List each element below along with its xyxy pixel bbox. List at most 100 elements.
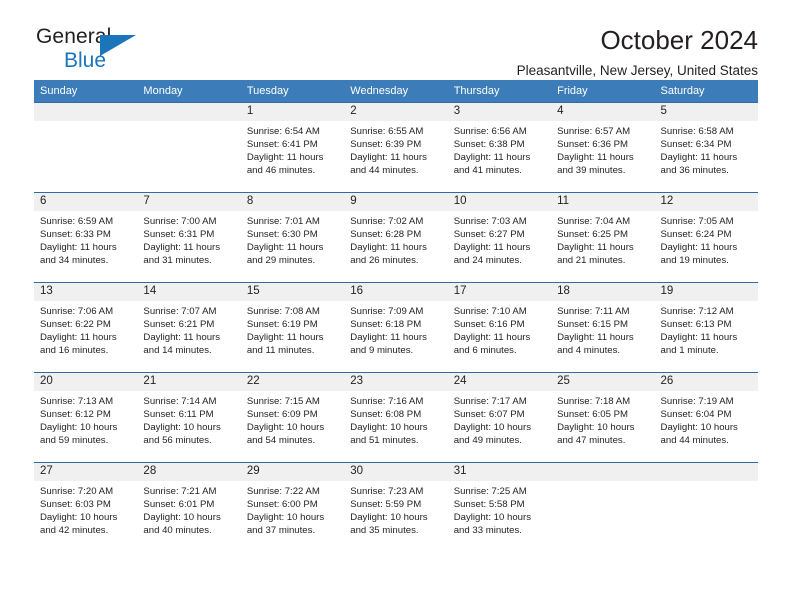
sunrise-time: Sunrise: 7:18 AM bbox=[557, 396, 631, 407]
day-number: 13 bbox=[34, 283, 138, 301]
sunrise-time: Sunrise: 7:01 AM bbox=[246, 216, 320, 227]
calendar-day-cell-empty bbox=[551, 462, 655, 552]
daylight-duration: Daylight: 10 hours and 59 minutes. bbox=[40, 422, 118, 447]
daylight-duration: Daylight: 11 hours and 41 minutes. bbox=[453, 152, 531, 177]
calendar-day-cell-26[interactable]: 26 Sunrise: 7:19 AM Sunset: 6:04 PM Dayligh… bbox=[654, 372, 758, 463]
sunset-time: Sunset: 6:13 PM bbox=[660, 319, 732, 331]
calendar-day-cell-15[interactable]: 15 Sunrise: 7:08 AM Sunset: 6:19 PM Dayligh… bbox=[240, 282, 345, 373]
day-number: 15 bbox=[240, 283, 345, 301]
calendar-day-cell-21[interactable]: 21 Sunrise: 7:14 AM Sunset: 6:11 PM Dayligh… bbox=[137, 372, 241, 463]
calendar-day-cell-5[interactable]: 5 Sunrise: 6:58 AM Sunset: 6:34 PM Daylight… bbox=[654, 102, 758, 193]
general-blue-logo: General Blue bbox=[34, 26, 166, 80]
daylight-duration: Daylight: 10 hours and 49 minutes. bbox=[453, 422, 532, 447]
calendar-day-cell-13[interactable]: 13 Sunrise: 7:06 AM Sunset: 6:22 PM Dayligh… bbox=[34, 282, 138, 373]
calendar-day-cell-10[interactable]: 10 Sunrise: 7:03 AM Sunset: 6:27 PM Dayligh… bbox=[447, 192, 552, 283]
sunrise-time: Sunrise: 6:54 AM bbox=[246, 126, 320, 137]
day-details: Sunrise: 7:16 AM Sunset: 6:08 PM Daylight:… bbox=[344, 391, 447, 447]
calendar-day-cell-29[interactable]: 29 Sunrise: 7:22 AM Sunset: 6:00 PM Dayligh… bbox=[240, 462, 345, 552]
sunset-time: Sunset: 6:21 PM bbox=[143, 319, 215, 331]
calendar-day-cell-24[interactable]: 24 Sunrise: 7:17 AM Sunset: 6:07 PM Dayligh… bbox=[447, 372, 552, 463]
weekday-header-friday: Friday bbox=[551, 80, 655, 103]
sunrise-time: Sunrise: 7:10 AM bbox=[453, 306, 527, 317]
day-details: Sunrise: 7:21 AM Sunset: 6:01 PM Daylight:… bbox=[137, 481, 240, 537]
calendar-page: General Blue October 2024 Pleasantville,… bbox=[0, 0, 792, 612]
sunset-time: Sunset: 6:11 PM bbox=[143, 409, 214, 421]
sunrise-time: Sunrise: 7:17 AM bbox=[453, 396, 527, 407]
day-number: 6 bbox=[34, 193, 138, 211]
day-number: 30 bbox=[344, 463, 448, 481]
daylight-duration: Daylight: 10 hours and 42 minutes. bbox=[40, 512, 118, 537]
calendar-day-cell-16[interactable]: 16 Sunrise: 7:09 AM Sunset: 6:18 PM Dayligh… bbox=[344, 282, 448, 373]
daylight-duration: Daylight: 10 hours and 54 minutes. bbox=[246, 422, 325, 447]
calendar-day-cell-18[interactable]: 18 Sunrise: 7:11 AM Sunset: 6:15 PM Dayligh… bbox=[551, 282, 655, 373]
logo-triangle-icon bbox=[100, 35, 136, 56]
day-number: 21 bbox=[137, 373, 241, 391]
day-details: Sunrise: 6:58 AM Sunset: 6:34 PM Daylight:… bbox=[655, 121, 758, 177]
calendar-day-cell-1[interactable]: 1 Sunrise: 6:54 AM Sunset: 6:41 PM Daylight… bbox=[240, 102, 345, 193]
weekday-header-saturday: Saturday bbox=[654, 80, 758, 103]
sunset-time: Sunset: 5:58 PM bbox=[453, 499, 525, 511]
calendar-day-cell-empty bbox=[137, 102, 241, 193]
day-number: 20 bbox=[34, 373, 138, 391]
calendar-day-cell-6[interactable]: 6 Sunrise: 6:59 AM Sunset: 6:33 PM Daylight… bbox=[34, 192, 138, 283]
daylight-duration: Daylight: 10 hours and 40 minutes. bbox=[143, 512, 221, 537]
calendar-day-cell-2[interactable]: 2 Sunrise: 6:55 AM Sunset: 6:39 PM Daylight… bbox=[344, 102, 448, 193]
calendar-day-cell-9[interactable]: 9 Sunrise: 7:02 AM Sunset: 6:28 PM Daylight… bbox=[344, 192, 448, 283]
daylight-duration: Daylight: 11 hours and 21 minutes. bbox=[557, 242, 634, 267]
daylight-duration: Daylight: 11 hours and 4 minutes. bbox=[557, 332, 634, 357]
sunset-time: Sunset: 6:09 PM bbox=[246, 409, 318, 421]
daylight-duration: Daylight: 11 hours and 29 minutes. bbox=[246, 242, 324, 267]
calendar-day-cell-17[interactable]: 17 Sunrise: 7:10 AM Sunset: 6:16 PM Dayligh… bbox=[447, 282, 552, 373]
sunrise-time: Sunrise: 6:56 AM bbox=[453, 126, 527, 137]
calendar-day-cell-25[interactable]: 25 Sunrise: 7:18 AM Sunset: 6:05 PM Dayligh… bbox=[551, 372, 655, 463]
calendar-day-cell-empty bbox=[654, 462, 758, 552]
daylight-duration: Daylight: 10 hours and 33 minutes. bbox=[453, 512, 532, 537]
title-block: October 2024 Pleasantville, New Jersey, … bbox=[517, 26, 758, 78]
calendar-day-cell-11[interactable]: 11 Sunrise: 7:04 AM Sunset: 6:25 PM Dayligh… bbox=[551, 192, 655, 283]
day-number: 2 bbox=[344, 103, 448, 121]
calendar-day-cell-20[interactable]: 20 Sunrise: 7:13 AM Sunset: 6:12 PM Dayligh… bbox=[34, 372, 138, 463]
day-number: 25 bbox=[551, 373, 655, 391]
calendar-day-cell-27[interactable]: 27 Sunrise: 7:20 AM Sunset: 6:03 PM Dayligh… bbox=[34, 462, 138, 552]
calendar-day-cell-30[interactable]: 30 Sunrise: 7:23 AM Sunset: 5:59 PM Dayligh… bbox=[344, 462, 448, 552]
calendar-day-cell-14[interactable]: 14 Sunrise: 7:07 AM Sunset: 6:21 PM Dayligh… bbox=[137, 282, 241, 373]
day-details: Sunrise: 7:11 AM Sunset: 6:15 PM Daylight:… bbox=[551, 301, 654, 357]
weekday-header-sunday: Sunday bbox=[34, 80, 138, 103]
sunrise-time: Sunrise: 7:23 AM bbox=[350, 486, 424, 497]
daylight-duration: Daylight: 11 hours and 1 minute. bbox=[660, 332, 738, 357]
calendar-day-cell-8[interactable]: 8 Sunrise: 7:01 AM Sunset: 6:30 PM Daylight… bbox=[240, 192, 345, 283]
calendar-day-cell-19[interactable]: 19 Sunrise: 7:12 AM Sunset: 6:13 PM Dayligh… bbox=[654, 282, 758, 373]
sunset-time: Sunset: 6:04 PM bbox=[660, 409, 732, 421]
daylight-duration: Daylight: 11 hours and 34 minutes. bbox=[40, 242, 117, 267]
calendar-day-cell-31[interactable]: 31 Sunrise: 7:25 AM Sunset: 5:58 PM Dayligh… bbox=[447, 462, 552, 552]
sunset-time: Sunset: 6:38 PM bbox=[453, 139, 525, 151]
sunset-time: Sunset: 6:00 PM bbox=[246, 499, 318, 511]
calendar-header-row: Sunday Monday Tuesday Wednesday Thursday Frid… bbox=[34, 80, 758, 103]
day-number: 11 bbox=[551, 193, 655, 211]
day-number bbox=[654, 463, 758, 481]
day-details: Sunrise: 7:00 AM Sunset: 6:31 PM Daylight:… bbox=[137, 211, 240, 267]
day-number: 24 bbox=[447, 373, 552, 391]
day-number: 12 bbox=[654, 193, 758, 211]
calendar-day-cell-22[interactable]: 22 Sunrise: 7:15 AM Sunset: 6:09 PM Dayligh… bbox=[240, 372, 345, 463]
calendar-day-cell-12[interactable]: 12 Sunrise: 7:05 AM Sunset: 6:24 PM Dayligh… bbox=[654, 192, 758, 283]
calendar-day-cell-3[interactable]: 3 Sunrise: 6:56 AM Sunset: 6:38 PM Daylight… bbox=[447, 102, 552, 193]
daylight-duration: Daylight: 11 hours and 26 minutes. bbox=[350, 242, 427, 267]
sunrise-time: Sunrise: 7:08 AM bbox=[246, 306, 320, 317]
day-details: Sunrise: 7:04 AM Sunset: 6:25 PM Daylight:… bbox=[551, 211, 654, 267]
day-number: 9 bbox=[344, 193, 448, 211]
calendar-day-cell-4[interactable]: 4 Sunrise: 6:57 AM Sunset: 6:36 PM Daylight… bbox=[551, 102, 655, 193]
day-details: Sunrise: 6:57 AM Sunset: 6:36 PM Daylight:… bbox=[551, 121, 654, 177]
day-details: Sunrise: 7:02 AM Sunset: 6:28 PM Daylight:… bbox=[344, 211, 447, 267]
sunset-time: Sunset: 6:39 PM bbox=[350, 139, 422, 151]
calendar-day-cell-28[interactable]: 28 Sunrise: 7:21 AM Sunset: 6:01 PM Dayligh… bbox=[137, 462, 241, 552]
day-details: Sunrise: 7:22 AM Sunset: 6:00 PM Daylight:… bbox=[241, 481, 344, 537]
day-number: 22 bbox=[240, 373, 345, 391]
sunset-time: Sunset: 6:28 PM bbox=[350, 229, 422, 241]
sunset-time: Sunset: 6:36 PM bbox=[557, 139, 629, 151]
calendar-day-cell-7[interactable]: 7 Sunrise: 7:00 AM Sunset: 6:31 PM Daylight… bbox=[137, 192, 241, 283]
day-details: Sunrise: 7:19 AM Sunset: 6:04 PM Daylight:… bbox=[655, 391, 758, 447]
calendar-day-cell-23[interactable]: 23 Sunrise: 7:16 AM Sunset: 6:08 PM Dayligh… bbox=[344, 372, 448, 463]
daylight-duration: Daylight: 10 hours and 56 minutes. bbox=[143, 422, 221, 447]
day-details: Sunrise: 7:17 AM Sunset: 6:07 PM Daylight:… bbox=[448, 391, 551, 447]
